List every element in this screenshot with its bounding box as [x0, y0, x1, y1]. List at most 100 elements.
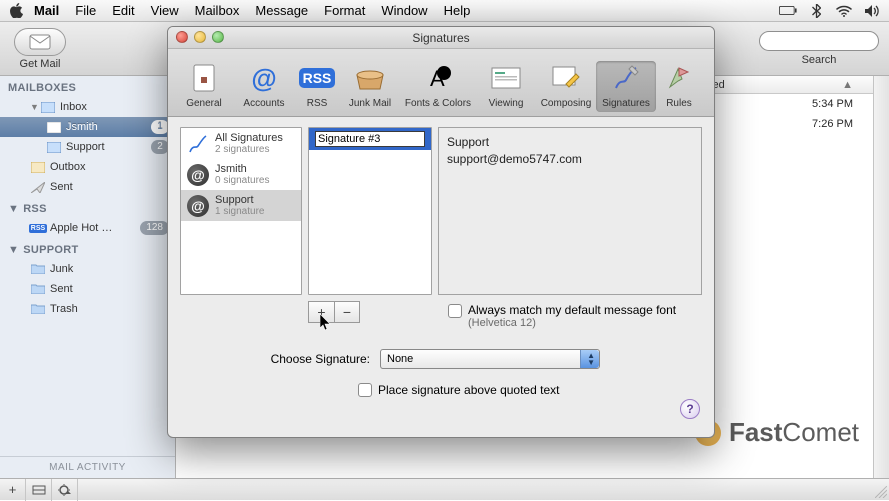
mail-activity-header: MAIL ACTIVITY: [0, 456, 175, 478]
signature-editor[interactable]: Support support@demo5747.com: [438, 127, 702, 295]
signatures-names-list: [308, 127, 432, 295]
add-remove-buttons: + −: [308, 301, 360, 323]
sidebar-inbox-jsmith[interactable]: Jsmith 1: [0, 117, 175, 137]
pref-toolbar: General @Accounts RSSRSS Junk Mail AFont…: [168, 49, 714, 117]
signature-name-input[interactable]: [315, 131, 425, 147]
sidebar-trash-folder[interactable]: Trash: [0, 299, 175, 319]
account-row-support[interactable]: @ Support1 signature: [181, 190, 301, 221]
volume-icon[interactable]: [863, 4, 881, 18]
folder-icon: [30, 261, 46, 277]
tab-signatures[interactable]: Signatures: [596, 61, 656, 112]
account-sub: 2 signatures: [215, 144, 283, 155]
search-label: Search: [802, 54, 837, 66]
outbox-icon: [30, 159, 46, 175]
sidebar-outbox[interactable]: Outbox: [0, 157, 175, 177]
at-icon: @: [187, 195, 209, 217]
disclosure-triangle-icon[interactable]: ▼: [30, 102, 40, 112]
account-name: Jsmith: [215, 163, 247, 175]
rss-icon: RSS: [30, 220, 46, 236]
zoom-icon[interactable]: [212, 31, 224, 43]
tab-composing[interactable]: Composing: [536, 61, 596, 112]
mailboxes-header: MAILBOXES: [0, 76, 175, 97]
account-sub: 0 signatures: [215, 175, 269, 186]
inbox-icon: [46, 119, 62, 135]
menu-edit[interactable]: Edit: [112, 3, 134, 18]
always-match-checkbox[interactable]: [448, 304, 462, 318]
sidebar-sent-folder[interactable]: Sent: [0, 279, 175, 299]
minimize-icon[interactable]: [194, 31, 206, 43]
account-row-all[interactable]: All Signatures2 signatures: [181, 128, 301, 159]
sidebar-item-label: Support: [66, 141, 151, 153]
menu-message[interactable]: Message: [255, 3, 308, 18]
choose-signature-label: Choose Signature:: [180, 352, 380, 366]
sidebar-item-label: Sent: [50, 181, 175, 193]
menu-view[interactable]: View: [151, 3, 179, 18]
always-match-sub: (Helvetica 12): [468, 317, 676, 329]
bottom-bar: +: [0, 478, 889, 500]
add-button[interactable]: +: [0, 479, 26, 501]
remove-signature-button[interactable]: −: [334, 301, 360, 323]
tab-accounts[interactable]: @Accounts: [234, 61, 294, 112]
search-input[interactable]: [759, 31, 879, 51]
sidebar-inbox-support[interactable]: Support 2: [0, 137, 175, 157]
get-mail-button[interactable]: Get Mail: [10, 28, 70, 70]
tab-rules[interactable]: Rules: [656, 61, 702, 112]
add-signature-button[interactable]: +: [308, 301, 334, 323]
folder-icon: [30, 301, 46, 317]
tab-junk-mail[interactable]: Junk Mail: [340, 61, 400, 112]
tab-general[interactable]: General: [174, 61, 234, 112]
account-name: All Signatures: [215, 132, 283, 144]
menu-file[interactable]: File: [75, 3, 96, 18]
menubar: Mail File Edit View Mailbox Message Form…: [0, 0, 889, 22]
tab-rss[interactable]: RSSRSS: [294, 61, 340, 112]
sent-icon: [30, 179, 46, 195]
place-above-checkbox[interactable]: [358, 383, 372, 397]
sidebar-apple-hot[interactable]: RSS Apple Hot … 128: [0, 218, 175, 238]
signature-name-row[interactable]: [309, 128, 431, 150]
sidebar-junk[interactable]: Junk: [0, 259, 175, 279]
folder-icon: [30, 281, 46, 297]
tab-viewing[interactable]: Viewing: [476, 61, 536, 112]
app-name[interactable]: Mail: [34, 3, 59, 18]
menu-window[interactable]: Window: [381, 3, 427, 18]
show-button[interactable]: [26, 479, 52, 501]
fastcomet-watermark: FastComet: [695, 417, 859, 448]
rss-header[interactable]: ▼RSS: [0, 197, 175, 218]
action-button[interactable]: [52, 479, 78, 501]
sidebar-inbox[interactable]: ▼ Inbox: [0, 97, 175, 117]
apple-icon[interactable]: [8, 3, 24, 19]
battery-icon[interactable]: [779, 4, 797, 18]
always-match-label: Always match my default message font: [468, 303, 676, 317]
sidebar-item-label: Jsmith: [66, 121, 151, 133]
menu-help[interactable]: Help: [444, 3, 471, 18]
inbox-icon: [40, 99, 56, 115]
tab-fonts-colors[interactable]: AFonts & Colors: [400, 61, 476, 112]
sidebar-item-label: Trash: [50, 303, 175, 315]
choose-signature-select[interactable]: None ▲▼: [380, 349, 600, 369]
sidebar-item-label: Outbox: [50, 161, 175, 173]
sidebar-sent[interactable]: Sent: [0, 177, 175, 197]
sidebar-item-label: Sent: [50, 283, 175, 295]
signatures-accounts-list: All Signatures2 signatures @ Jsmith0 sig…: [180, 127, 302, 295]
support-header[interactable]: ▼SUPPORT: [0, 238, 175, 259]
pref-titlebar[interactable]: Signatures: [168, 27, 714, 49]
resize-grip-icon[interactable]: [875, 486, 887, 498]
at-icon: @: [187, 164, 209, 186]
bluetooth-icon[interactable]: [807, 4, 825, 18]
help-button[interactable]: ?: [680, 399, 700, 419]
unread-badge: 128: [140, 221, 169, 235]
msg-time: 7:26 PM: [793, 118, 873, 130]
editor-line: support@demo5747.com: [447, 151, 693, 168]
place-above-label: Place signature above quoted text: [378, 383, 559, 397]
scrollbar[interactable]: [873, 76, 889, 478]
wifi-icon[interactable]: [835, 4, 853, 18]
mouse-cursor-icon: [320, 314, 334, 332]
close-icon[interactable]: [176, 31, 188, 43]
account-name: Support: [215, 194, 254, 206]
sidebar: MAILBOXES ▼ Inbox Jsmith 1 Support 2 Out…: [0, 76, 176, 478]
msg-time: 5:34 PM: [793, 98, 873, 110]
menu-format[interactable]: Format: [324, 3, 365, 18]
account-row-jsmith[interactable]: @ Jsmith0 signatures: [181, 159, 301, 190]
menu-mailbox[interactable]: Mailbox: [195, 3, 240, 18]
inbox-icon: [46, 139, 62, 155]
